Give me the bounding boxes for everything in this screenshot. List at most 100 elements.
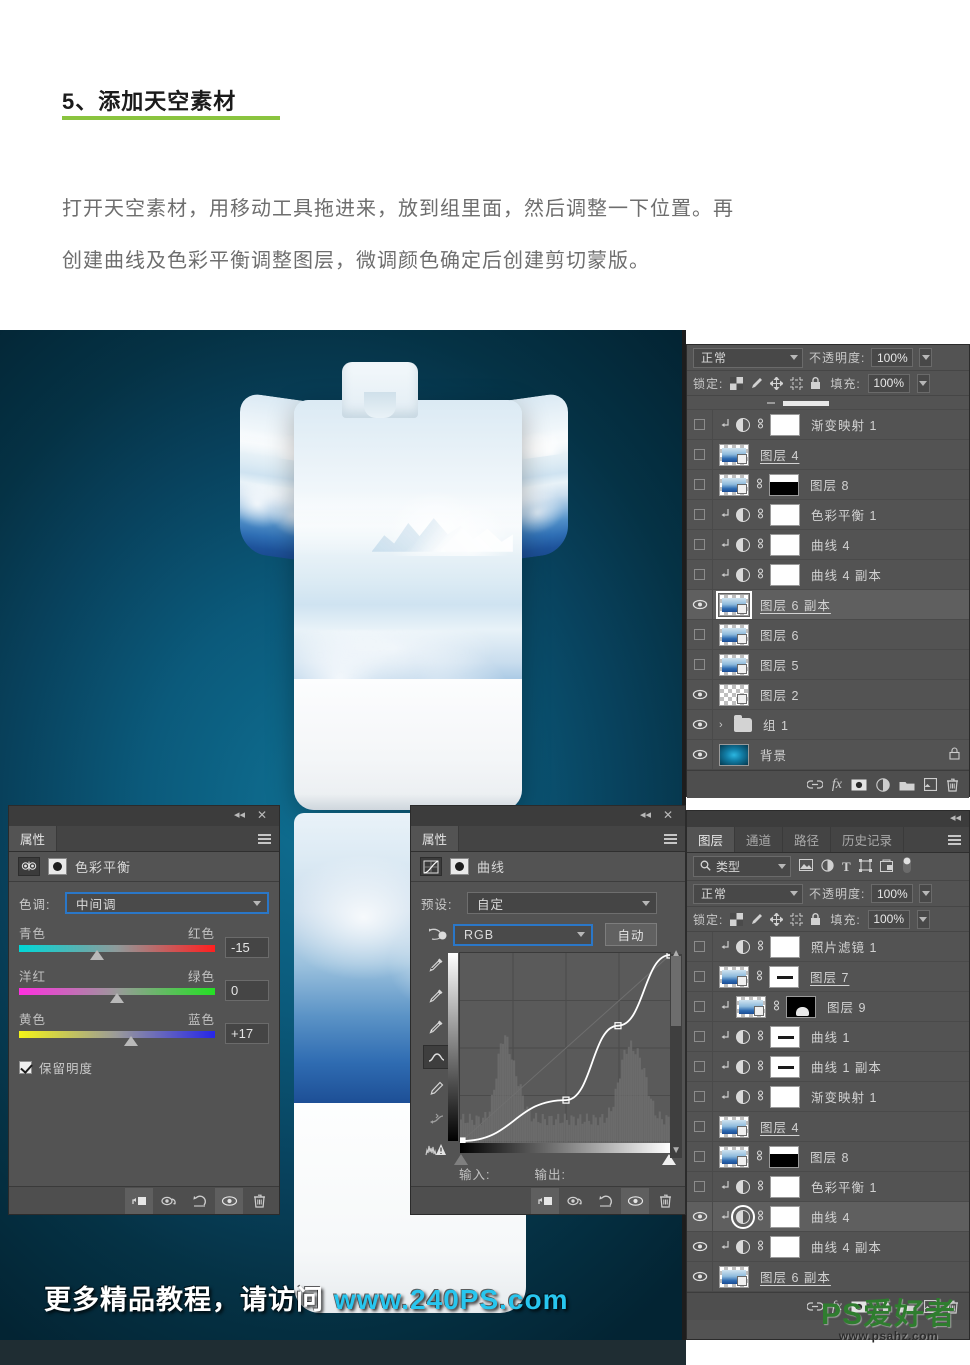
lp-bot-layer-list[interactable]: 照片滤镜 1 图层 7 图层 9 曲线 1 曲线 1 副本 渐变映射 1 图层 4 图层 8 色…: [687, 932, 969, 1292]
cb-slider-1[interactable]: 青色 红色 -15: [19, 923, 269, 960]
new-adjustment-layer-icon[interactable]: [876, 777, 890, 792]
lp-bot-filterbar[interactable]: 类型 T: [687, 853, 969, 881]
layer-row[interactable]: 色彩平衡 1: [687, 500, 969, 530]
eye-visible-icon[interactable]: [687, 740, 713, 769]
layer-mask-thumbnail[interactable]: [770, 1055, 800, 1078]
cb-slider-thumb[interactable]: [123, 1036, 138, 1046]
close-icon[interactable]: ✕: [257, 809, 267, 821]
layer-row[interactable]: 图层 9: [687, 992, 969, 1022]
mask-link-icon[interactable]: [755, 1059, 765, 1075]
tab-图层[interactable]: 图层: [687, 827, 736, 852]
cv-auto-button[interactable]: 自动: [605, 923, 657, 946]
layer-thumbnail[interactable]: [719, 443, 749, 466]
eye-empty-box[interactable]: [694, 539, 705, 550]
layer-row[interactable]: 色彩平衡 1: [687, 1172, 969, 1202]
layer-mask-thumbnail[interactable]: [770, 935, 800, 958]
close-icon[interactable]: ✕: [663, 809, 673, 821]
layer-row[interactable]: 照片滤镜 1: [687, 932, 969, 962]
disclosure-triangle-icon[interactable]: ›: [719, 719, 729, 731]
layer-mask-thumbnail[interactable]: [770, 1205, 800, 1228]
layers-panel-top[interactable]: 正常 不透明度: 100% 锁定: 填充: 100% 渐变映射 1 图层 4 图…: [686, 344, 970, 798]
eye-visible-icon[interactable]: [687, 680, 713, 709]
collapse-icon[interactable]: ◂◂: [234, 810, 245, 821]
tab-历史记录[interactable]: 历史记录: [831, 827, 905, 852]
eye-hidden-icon[interactable]: [687, 560, 713, 589]
mask-link-icon[interactable]: [755, 939, 765, 955]
filter-adjustment-icon[interactable]: [821, 858, 834, 875]
new-group-icon[interactable]: [899, 779, 915, 791]
lp-bot-fill-value[interactable]: 100%: [867, 909, 910, 929]
layer-row[interactable]: 曲线 1 副本: [687, 1052, 969, 1082]
adjustment-layer-icon[interactable]: [736, 537, 750, 552]
mask-link-icon[interactable]: [755, 507, 765, 523]
filter-type-icon[interactable]: T: [842, 859, 851, 875]
adjustment-layer-icon[interactable]: [736, 567, 750, 582]
tab-通道[interactable]: 通道: [735, 827, 784, 852]
lp-bot-tabstrip[interactable]: 图层 通道 路径 历史记录: [687, 827, 969, 853]
adjustment-layer-icon[interactable]: [736, 1029, 750, 1044]
eye-empty-box[interactable]: [694, 971, 705, 982]
eye-hidden-icon[interactable]: [687, 500, 713, 529]
layer-mask-thumbnail[interactable]: [770, 1235, 800, 1258]
eye-hidden-icon[interactable]: [687, 1022, 713, 1051]
lp-top-opacity-value[interactable]: 100%: [871, 348, 914, 367]
eye-hidden-icon[interactable]: [687, 962, 713, 991]
adjustment-layer-icon[interactable]: [736, 417, 750, 432]
opacity-dropdown-icon[interactable]: [919, 884, 933, 903]
adjustment-layer-icon[interactable]: [736, 507, 750, 522]
cb-panel-footer[interactable]: [9, 1186, 279, 1214]
fill-dropdown-icon[interactable]: [916, 909, 930, 929]
layer-mask-thumbnail[interactable]: [770, 563, 800, 586]
eye-empty-box[interactable]: [694, 449, 705, 460]
eye-visible-icon[interactable]: [687, 1262, 713, 1291]
cv-channel-select[interactable]: RGB: [453, 923, 593, 946]
eye-empty-box[interactable]: [694, 1031, 705, 1042]
eye-hidden-icon[interactable]: [687, 410, 713, 439]
panel-menu-icon[interactable]: [258, 834, 271, 844]
eye-visible-icon[interactable]: [687, 1202, 713, 1231]
eye-hidden-icon[interactable]: [687, 650, 713, 679]
cv-preset-select[interactable]: 自定: [467, 892, 657, 914]
lock-position-icon[interactable]: [770, 912, 784, 926]
fill-dropdown-icon[interactable]: [916, 373, 930, 393]
panel-menu-icon[interactable]: [664, 834, 677, 844]
eye-hidden-icon[interactable]: [687, 932, 713, 961]
filter-smart-object-icon[interactable]: [879, 859, 893, 875]
cb-slider-track[interactable]: [19, 988, 215, 1003]
cv-scroll-thumb[interactable]: [671, 956, 681, 1026]
new-layer-icon[interactable]: [924, 778, 937, 791]
lock-all-icon[interactable]: [810, 376, 821, 390]
eye-visible-icon[interactable]: [687, 1232, 713, 1261]
layer-thumbnail[interactable]: [719, 965, 749, 988]
cb-tabstrip[interactable]: 属性: [9, 826, 279, 852]
eye-hidden-icon[interactable]: [687, 992, 713, 1021]
color-balance-properties-panel[interactable]: ◂◂ ✕ 属性 色彩平衡 色调: 中间调 青色 红色 -15 洋红 绿色 0 黄色 蓝色 +17: [8, 805, 280, 1215]
eye-hidden-icon[interactable]: [687, 620, 713, 649]
mask-thumbnail-icon[interactable]: [450, 858, 469, 875]
link-layers-icon[interactable]: [806, 779, 823, 790]
lp-top-blend-select[interactable]: 正常: [693, 347, 803, 368]
mask-link-icon[interactable]: [754, 477, 764, 493]
layer-row[interactable]: 渐变映射 1: [687, 1082, 969, 1112]
eye-hidden-icon[interactable]: [687, 1172, 713, 1201]
layer-mask-thumbnail[interactable]: [770, 533, 800, 556]
layer-row[interactable]: 图层 6 副本: [687, 1262, 969, 1292]
cv-tabstrip[interactable]: 属性: [411, 826, 685, 852]
layer-row[interactable]: 曲线 4 副本: [687, 1232, 969, 1262]
white-point-eyedropper-icon[interactable]: [423, 1014, 449, 1038]
filter-toggle-switch[interactable]: [901, 856, 913, 877]
panel-menu-icon[interactable]: [948, 835, 961, 845]
layer-mask-thumbnail[interactable]: [770, 1025, 800, 1048]
lp-bot-blend-select[interactable]: 正常: [693, 883, 803, 904]
lp-top-footer[interactable]: fx: [687, 770, 969, 798]
layer-row[interactable]: › 组 1: [687, 710, 969, 740]
cb-slider-3[interactable]: 黄色 蓝色 +17: [19, 1009, 269, 1046]
layer-row[interactable]: 背景: [687, 740, 969, 770]
checkbox-checked-icon[interactable]: [19, 1061, 32, 1074]
layer-row[interactable]: 图层 8: [687, 1142, 969, 1172]
layer-row[interactable]: 图层 5: [687, 650, 969, 680]
adjustment-layer-icon[interactable]: [736, 1059, 750, 1074]
lp-top-fill-value[interactable]: 100%: [867, 373, 910, 393]
cv-preset-row[interactable]: 预设: 自定: [421, 892, 675, 914]
cb-slider-thumb[interactable]: [110, 993, 124, 1003]
